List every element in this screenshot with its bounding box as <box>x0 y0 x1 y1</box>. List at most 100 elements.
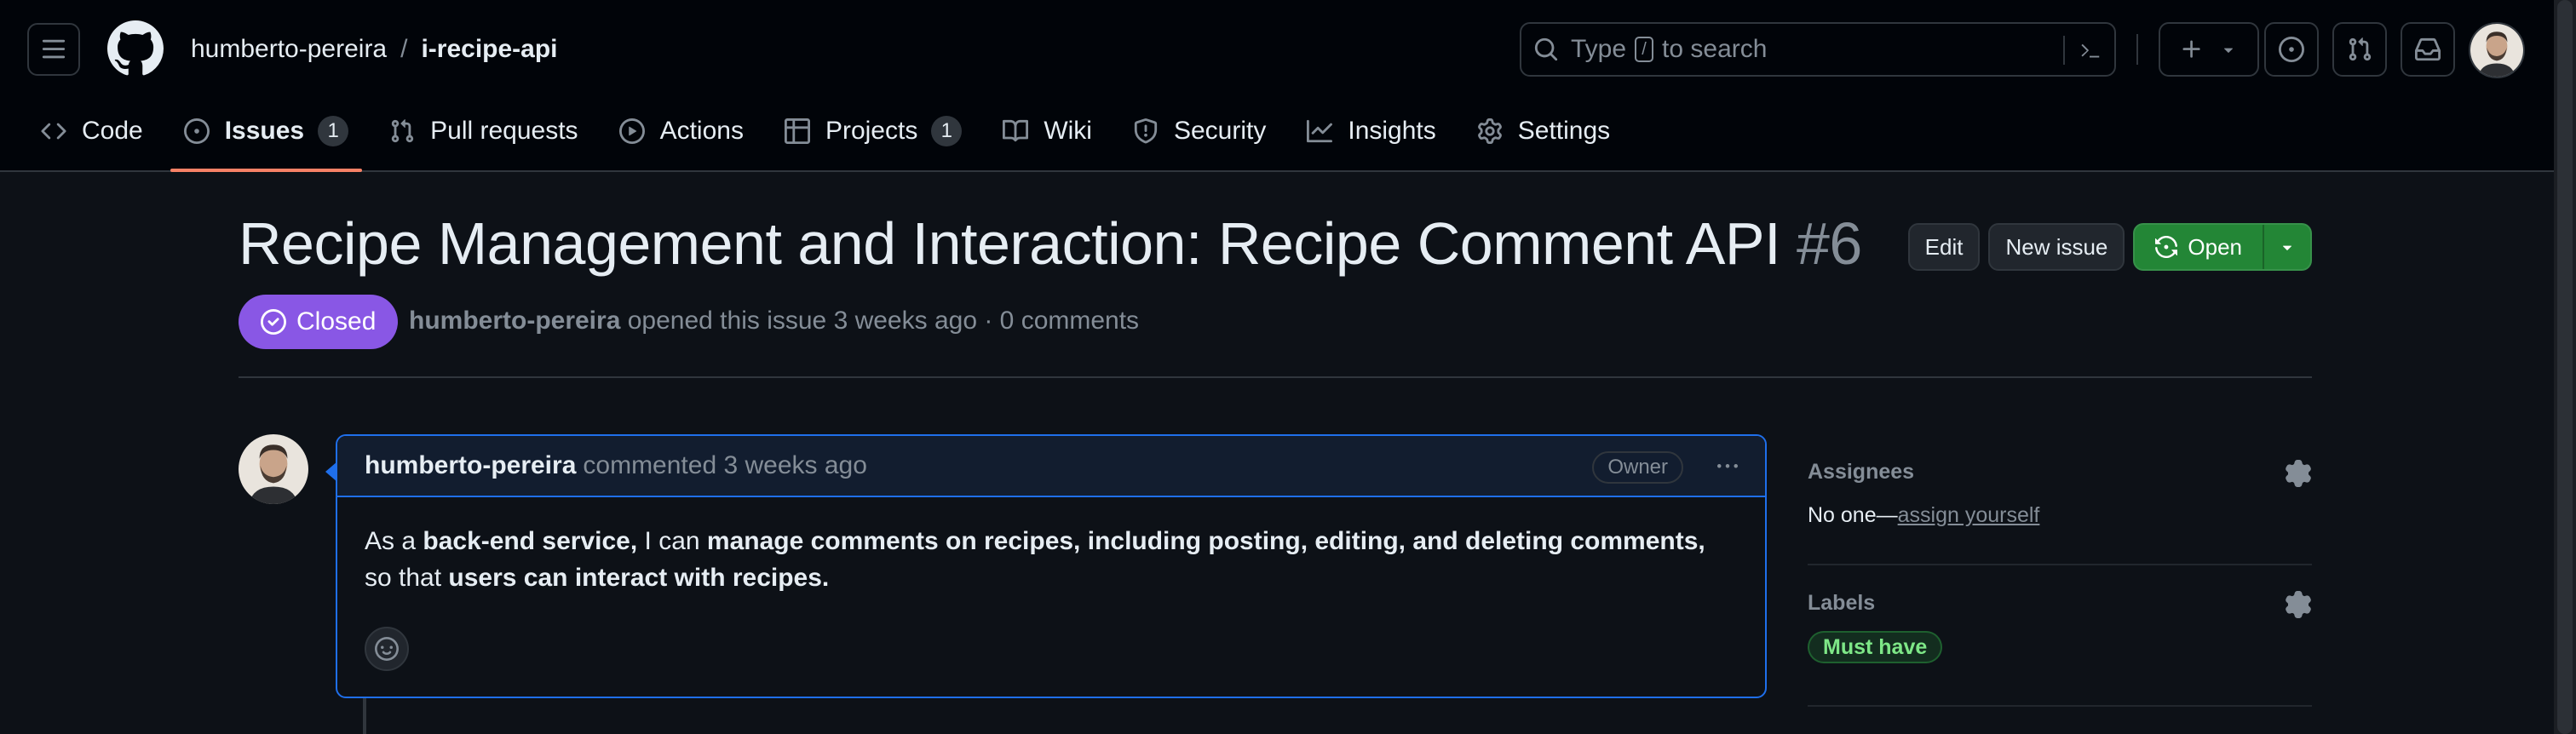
comment-text: so that <box>365 564 449 592</box>
comment-text: As a <box>365 527 423 555</box>
command-palette-icon[interactable] <box>2077 37 2102 63</box>
inbox-icon <box>2415 37 2441 61</box>
comment-text: I can <box>637 527 707 555</box>
global-header: humberto-pereira / i-recipe-api Type / t… <box>0 0 2576 172</box>
tab-security[interactable]: Security <box>1133 107 1266 155</box>
issue-reopened-icon <box>2155 236 2178 258</box>
search-icon <box>1534 37 1558 61</box>
search-shortcut-key: / <box>1635 37 1654 62</box>
issues-button[interactable] <box>2264 22 2319 77</box>
labels-list: Must have <box>1808 631 2312 663</box>
issue-author-link[interactable]: humberto-pereira <box>409 307 620 335</box>
comment-header: humberto-pereira commented 3 weeks ago O… <box>337 436 1765 497</box>
new-issue-button[interactable]: New issue <box>1988 223 2125 271</box>
tab-label: Projects <box>825 117 918 145</box>
shield-icon <box>1134 118 1158 144</box>
breadcrumb-repo-link[interactable]: i-recipe-api <box>421 35 557 64</box>
notifications-button[interactable] <box>2401 22 2455 77</box>
kebab-horizontal-icon[interactable] <box>1712 456 1743 477</box>
open-options-caret[interactable] <box>2263 225 2310 269</box>
owner-badge: Owner <box>1592 451 1683 484</box>
sidebar-assignees: Assignees No one—assign yourself <box>1808 460 2312 528</box>
tab-issues[interactable]: Issues 1 <box>170 107 363 172</box>
tab-pull-requests[interactable]: Pull requests <box>389 107 578 155</box>
reopen-button[interactable]: Open <box>2135 225 2263 269</box>
create-new-button[interactable] <box>2159 22 2259 77</box>
sidebar-divider <box>1808 705 2312 707</box>
tab-label: Pull requests <box>430 117 578 145</box>
issue-meta: humberto-pereira opened this issue 3 wee… <box>409 307 1139 335</box>
assignees-none-text: No one— <box>1808 503 1898 527</box>
issues-counter: 1 <box>318 116 349 146</box>
smiley-icon <box>375 637 399 661</box>
tab-label: Issues <box>224 117 305 145</box>
git-pull-request-icon <box>391 119 414 143</box>
comment-body: As a back-end service, I can manage comm… <box>337 497 1765 596</box>
gear-icon[interactable] <box>2285 591 2312 618</box>
timeline-line <box>363 698 366 734</box>
issue-opened-icon <box>183 118 210 144</box>
comment-author-avatar[interactable] <box>239 434 308 504</box>
status-label: Closed <box>296 307 377 335</box>
github-logo-icon[interactable] <box>107 20 164 77</box>
issue-closed-icon <box>261 309 286 335</box>
comment-author-link[interactable]: humberto-pereira <box>365 451 576 480</box>
issue-comment: humberto-pereira commented 3 weeks ago O… <box>325 434 1767 698</box>
edit-button[interactable]: Edit <box>1907 223 1981 271</box>
search-placeholder: Type / to search <box>1571 35 1767 64</box>
issue-title: Recipe Management and Interaction: Recip… <box>239 209 1862 278</box>
tab-projects[interactable]: Projects 1 <box>784 107 963 155</box>
header-divider-line <box>239 376 2312 378</box>
add-reaction-button[interactable] <box>365 627 409 671</box>
gear-icon[interactable] <box>2285 460 2312 487</box>
tab-settings[interactable]: Settings <box>1477 107 1610 155</box>
comment-bold-text: users can interact with recipes. <box>448 564 830 592</box>
tab-label: Actions <box>659 117 744 145</box>
breadcrumb: humberto-pereira / i-recipe-api <box>191 32 558 66</box>
search-placeholder-prefix: Type <box>1571 35 1627 63</box>
tab-code[interactable]: Code <box>41 107 143 155</box>
book-icon <box>1003 119 1029 142</box>
sidebar-divider <box>1808 564 2312 565</box>
assign-yourself-link[interactable]: assign yourself <box>1898 503 2040 527</box>
triangle-down-icon <box>2223 48 2234 53</box>
plus-icon <box>2182 40 2200 58</box>
repo-tabs: Code Issues 1 Pull requests Actions Proj… <box>41 107 1651 172</box>
table-icon <box>784 118 810 144</box>
pull-requests-button[interactable] <box>2332 22 2387 77</box>
search-placeholder-suffix: to search <box>1662 35 1768 63</box>
graph-icon <box>1307 119 1333 143</box>
tab-label: Code <box>82 117 143 145</box>
search-divider <box>2063 36 2065 65</box>
sidebar-labels: Labels Must have <box>1808 591 2312 663</box>
comment-timestamp[interactable]: commented 3 weeks ago <box>583 451 867 480</box>
user-avatar[interactable] <box>2469 22 2525 78</box>
breadcrumb-separator: / <box>400 35 408 63</box>
comment-bold-text: back-end service, <box>423 527 638 555</box>
issue-number: #6 <box>1797 210 1862 277</box>
open-split-button: Open <box>2133 223 2312 271</box>
issue-actions: Edit New issue Open <box>1907 223 2312 271</box>
tab-insights[interactable]: Insights <box>1307 107 1436 155</box>
tab-label: Settings <box>1517 117 1611 145</box>
play-icon <box>618 118 645 144</box>
page-scrollbar[interactable] <box>2554 0 2576 734</box>
menu-button[interactable] <box>27 23 80 76</box>
label-must-have[interactable]: Must have <box>1808 631 1943 663</box>
code-icon <box>41 123 66 140</box>
labels-heading: Labels <box>1808 591 1876 615</box>
issue-opened-icon <box>2279 37 2304 62</box>
breadcrumb-owner-link[interactable]: humberto-pereira <box>191 35 387 64</box>
scrollbar-thumb[interactable] <box>2557 0 2573 734</box>
tab-actions[interactable]: Actions <box>618 107 744 155</box>
issue-title-text: Recipe Management and Interaction: Recip… <box>239 210 1781 277</box>
status-badge: Closed <box>239 295 399 349</box>
git-pull-request-icon <box>2349 37 2372 61</box>
assignees-value: No one—assign yourself <box>1808 503 2312 528</box>
tab-wiki[interactable]: Wiki <box>1003 107 1092 155</box>
open-button-label: Open <box>2188 233 2242 260</box>
search-input[interactable]: Type / to search <box>1520 22 2116 77</box>
hamburger-icon <box>42 39 66 59</box>
header-divider <box>2136 34 2138 65</box>
comment-bold-text: manage comments on recipes, including po… <box>706 527 1705 555</box>
